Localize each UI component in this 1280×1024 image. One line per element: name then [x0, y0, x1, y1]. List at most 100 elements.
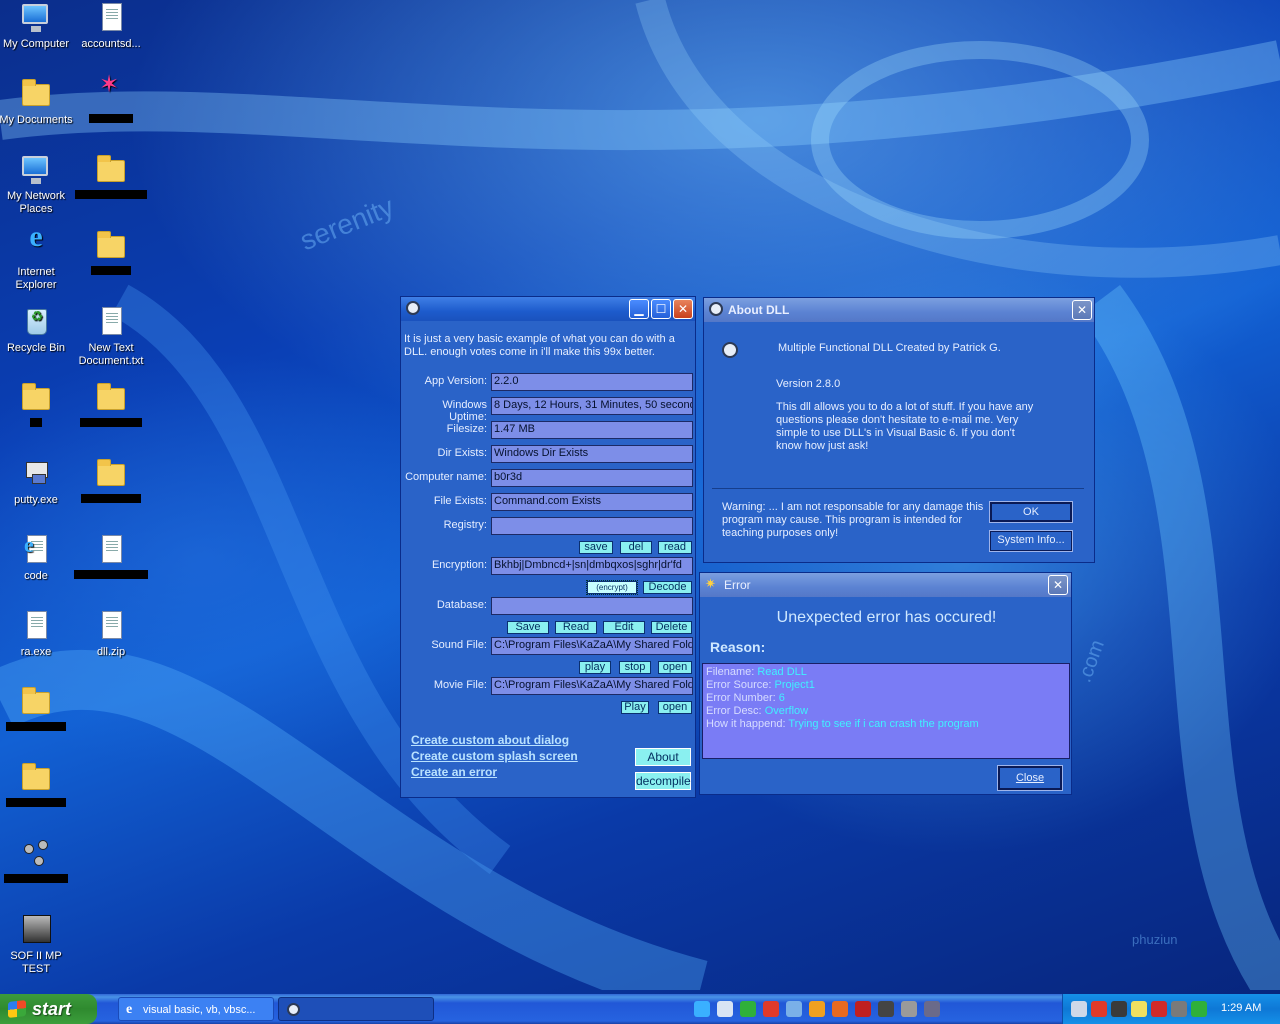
desktop-icon-putty[interactable]: putty.exe	[0, 458, 74, 507]
tray-app-icon[interactable]	[1191, 1001, 1207, 1017]
desktop-icon-dll-zip[interactable]: dll.zip	[73, 610, 149, 659]
desktop-icon-recycle-bin[interactable]: ♻ Recycle Bin	[0, 306, 74, 355]
tray-app-icon[interactable]	[1111, 1001, 1127, 1017]
encryption-field[interactable]: Bkhbj|Dmbncd+|sn|dmbqxos|sghr|dr'fd	[491, 557, 693, 575]
desktop-icon-my-computer[interactable]: My Computer	[0, 2, 74, 51]
registry-del-button[interactable]: del	[620, 541, 652, 554]
desktop-icon-accountsd[interactable]: accountsd...	[73, 2, 149, 51]
filesize-field[interactable]: 1.47 MB	[491, 421, 693, 439]
sound-open-button[interactable]: open	[658, 661, 692, 674]
desktop-icon-app[interactable]	[0, 838, 74, 887]
folder-icon	[22, 763, 50, 790]
desktop-icon-new-text-document[interactable]: New Text Document.txt	[73, 306, 149, 368]
database-delete-button[interactable]: Delete	[651, 621, 692, 634]
desktop-icon-folder[interactable]	[73, 154, 149, 203]
dll-demo-window[interactable]: ▁ ☐ ✕ It is just a very basic example of…	[400, 296, 696, 798]
registry-field[interactable]	[491, 517, 693, 535]
desktop-icon-folder[interactable]	[0, 762, 74, 811]
desktop-icon-my-network-places[interactable]: My Network Places	[0, 154, 74, 216]
windows-logo-icon	[8, 1000, 26, 1018]
redacted-label	[81, 494, 141, 503]
quick-launch-ie-icon[interactable]	[694, 1001, 710, 1017]
title-bar[interactable]: About DLL ✕	[704, 298, 1094, 322]
about-dll-window[interactable]: About DLL ✕ Multiple Functional DLL Crea…	[703, 297, 1095, 563]
quick-launch-app-icon[interactable]	[809, 1001, 825, 1017]
desktop-icon-code[interactable]: e code	[0, 534, 74, 583]
create-about-dialog-link[interactable]: Create custom about dialog	[411, 733, 569, 747]
redacted-label	[91, 266, 131, 275]
taskbar-item-app[interactable]	[278, 997, 434, 1021]
registry-read-button[interactable]: read	[658, 541, 692, 554]
quick-launch-app-icon[interactable]	[740, 1001, 756, 1017]
database-save-button[interactable]: Save	[507, 621, 549, 634]
system-tray: 1:29 AM	[1062, 994, 1280, 1024]
desktop-icon-my-documents[interactable]: My Documents	[0, 78, 74, 127]
dir-exists-field[interactable]: Windows Dir Exists	[491, 445, 693, 463]
sound-file-label: Sound File:	[431, 639, 487, 651]
desktop-icon-folder[interactable]	[0, 686, 74, 735]
database-read-button[interactable]: Read	[555, 621, 597, 634]
quick-launch-app-icon[interactable]	[924, 1001, 940, 1017]
computer-name-field[interactable]: b0r3d	[491, 469, 693, 487]
desktop-icon-folder[interactable]	[0, 382, 74, 431]
movie-play-button[interactable]: Play	[621, 701, 649, 714]
close-button[interactable]: ✕	[1072, 300, 1092, 320]
quick-launch-app-icon[interactable]	[717, 1001, 733, 1017]
sound-stop-button[interactable]: stop	[619, 661, 651, 674]
tray-app-icon[interactable]	[1151, 1001, 1167, 1017]
desktop-icon-folder[interactable]	[73, 458, 149, 507]
tray-app-icon[interactable]	[1131, 1001, 1147, 1017]
desktop-icon-folder[interactable]	[73, 382, 149, 431]
desktop-icon-folder[interactable]	[73, 230, 149, 279]
file-exists-field[interactable]: Command.com Exists	[491, 493, 693, 511]
wallpaper-brand-text: serenity	[295, 190, 399, 257]
app-icon	[20, 838, 52, 870]
about-button[interactable]: About	[635, 748, 691, 766]
maximize-button[interactable]: ☐	[651, 299, 671, 319]
sound-file-field[interactable]: C:\Program Files\KaZaA\My Shared Folder	[491, 637, 693, 655]
movie-file-field[interactable]: C:\Program Files\KaZaA\My Shared Folder	[491, 677, 693, 695]
wallpaper-corner-text: phuziun	[1132, 932, 1178, 947]
desktop-icon-app[interactable]: ✶	[73, 73, 149, 127]
encrypt-button[interactable]: (encrypt)	[586, 580, 638, 595]
decompile-button[interactable]: decompile	[635, 772, 691, 790]
database-field[interactable]	[491, 597, 693, 615]
close-button[interactable]: ✕	[1048, 575, 1068, 595]
title-bar[interactable]: ▁ ☐ ✕	[401, 297, 695, 321]
registry-save-button[interactable]: save	[579, 541, 613, 554]
desktop-icon-internet-explorer[interactable]: e Internet Explorer	[0, 222, 74, 292]
system-info-button[interactable]: System Info...	[989, 530, 1073, 552]
tray-app-icon[interactable]	[1091, 1001, 1107, 1017]
error-window[interactable]: ✷ Error ✕ Unexpected error has occured! …	[699, 572, 1072, 795]
ie-shortcut-icon: e	[20, 534, 52, 566]
quick-launch-app-icon[interactable]	[901, 1001, 917, 1017]
desktop-icon-sof-ii[interactable]: SOF II MP TEST	[0, 914, 74, 976]
quick-launch-app-icon[interactable]	[855, 1001, 871, 1017]
error-details: Filename: Read DLL Error Source: Project…	[702, 663, 1070, 759]
minimize-button[interactable]: ▁	[629, 299, 649, 319]
movie-open-button[interactable]: open	[658, 701, 692, 714]
close-button[interactable]: ✕	[673, 299, 693, 319]
desktop-icon-ra-exe[interactable]: ra.exe	[0, 610, 74, 659]
ok-button[interactable]: OK	[989, 501, 1073, 523]
create-error-link[interactable]: Create an error	[411, 765, 497, 779]
quick-launch-app-icon[interactable]	[786, 1001, 802, 1017]
start-button[interactable]: start	[0, 994, 97, 1024]
tray-network-icon[interactable]	[1071, 1001, 1087, 1017]
quick-launch-app-icon[interactable]	[763, 1001, 779, 1017]
tray-app-icon[interactable]	[1171, 1001, 1187, 1017]
computer-name-label: Computer name:	[405, 471, 487, 483]
database-edit-button[interactable]: Edit	[603, 621, 645, 634]
quick-launch-app-icon[interactable]	[832, 1001, 848, 1017]
close-error-button[interactable]: Close	[997, 765, 1063, 791]
quick-launch-app-icon[interactable]	[878, 1001, 894, 1017]
create-splash-screen-link[interactable]: Create custom splash screen	[411, 749, 578, 763]
uptime-field[interactable]: 8 Days, 12 Hours, 31 Minutes, 50 seconds	[491, 397, 693, 415]
taskbar-item-ie[interactable]: e visual basic, vb, vbsc...	[118, 997, 274, 1021]
app-version-field[interactable]: 2.2.0	[491, 373, 693, 391]
title-bar[interactable]: ✷ Error ✕	[700, 573, 1071, 597]
decode-button[interactable]: Decode	[643, 581, 692, 594]
sound-play-button[interactable]: play	[579, 661, 611, 674]
clock[interactable]: 1:29 AM	[1221, 1002, 1261, 1014]
desktop-icon-document[interactable]	[73, 534, 149, 583]
